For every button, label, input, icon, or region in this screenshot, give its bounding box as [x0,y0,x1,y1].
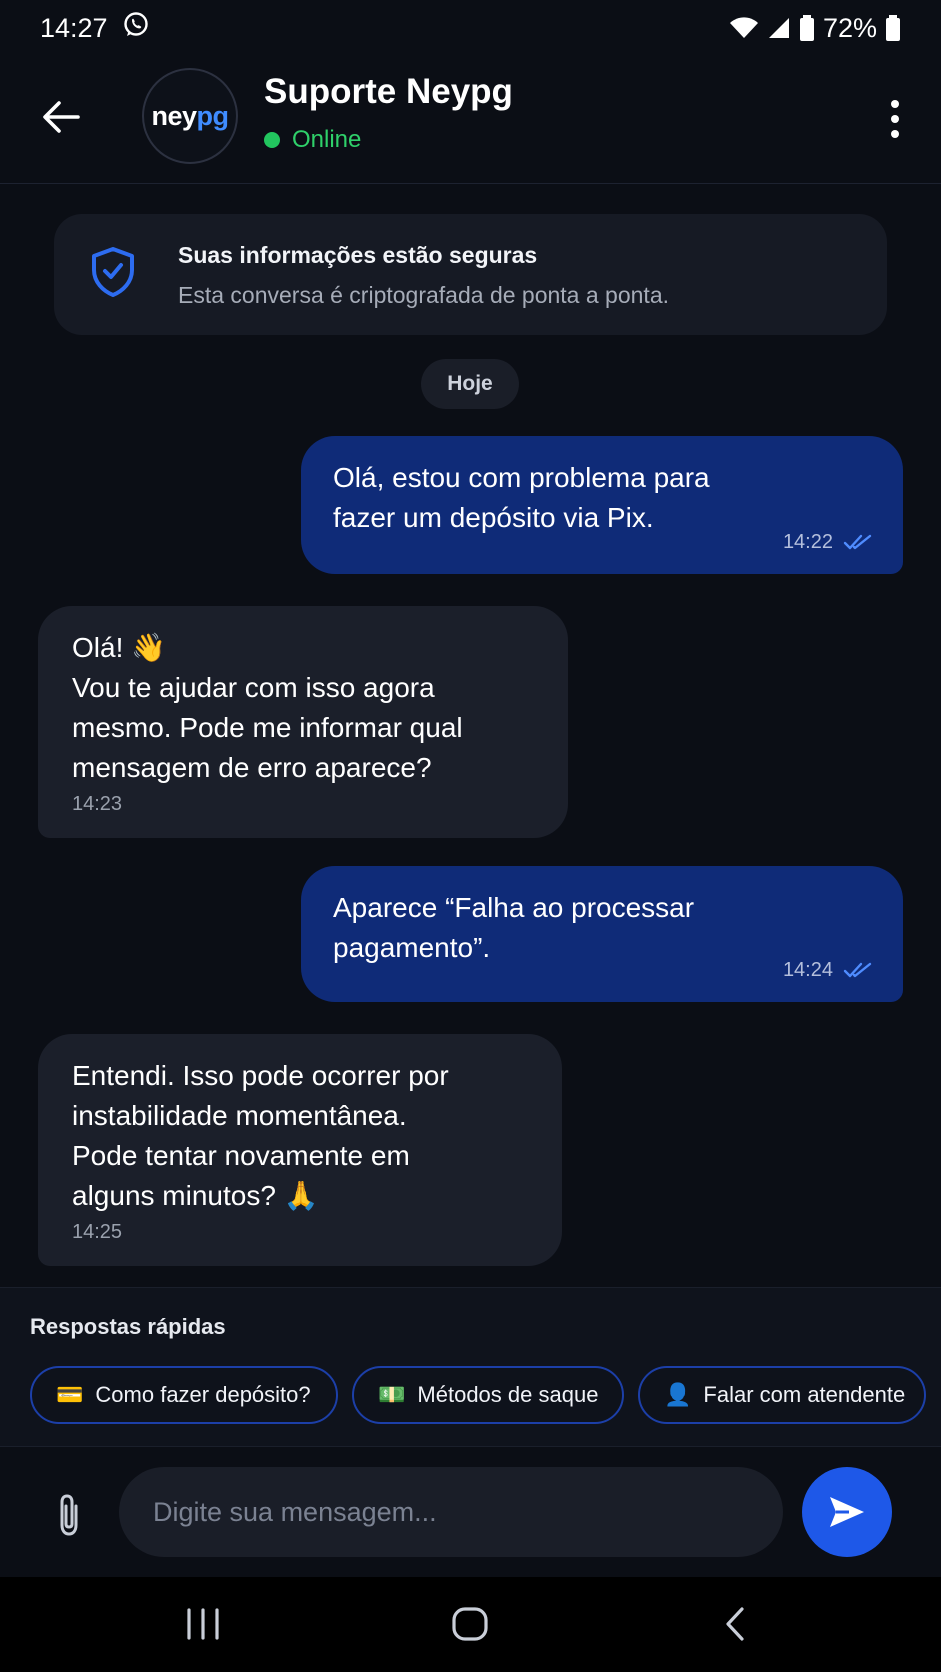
send-button[interactable] [802,1467,892,1557]
message-meta: 14:24 [783,950,873,990]
home-icon [452,1607,488,1641]
quick-reply-withdraw-methods[interactable]: 💵 Métodos de saque [352,1366,624,1424]
back-button[interactable] [36,92,86,142]
status-time: 14:27 [40,12,108,43]
more-options-button[interactable] [875,94,915,144]
quick-replies: Respostas rápidas 💳 Como fazer depósito?… [0,1287,941,1447]
message-meta: 14:22 [783,522,873,562]
avatar-text-pg: pg [196,100,230,131]
chip-label: Falar com atendente [703,1382,906,1407]
dot-icon [891,130,899,138]
chevron-left-icon [726,1607,744,1641]
message-time: 14:22 [782,531,833,553]
battery-icon [885,15,901,41]
quick-reply-deposit[interactable]: 💳 Como fazer depósito? [30,1366,338,1424]
contact-status: Online [264,126,361,154]
avatar[interactable]: ney pg [142,68,238,164]
message-time: 14:23 [72,793,123,815]
system-back-button[interactable] [706,1599,766,1649]
battery-icon [799,15,815,41]
whatsapp-icon [122,11,150,46]
message-input[interactable] [119,1467,783,1557]
dot-icon [891,100,899,108]
security-text: Esta conversa é criptografada de ponta a… [178,282,669,308]
message-incoming[interactable]: Olá! 👋 Vou te ajudar com isso agora mesm… [38,606,568,838]
security-notice: Suas informações estão seguras Esta conv… [54,214,887,335]
message-time: 14:24 [782,959,833,981]
shield-check-icon [90,246,136,303]
message-composer [0,1447,941,1577]
chip-label: Métodos de saque [417,1382,599,1407]
security-title: Suas informações estão seguras [178,242,538,268]
message-outgoing[interactable]: Aparece “Falha ao processar pagamento”. … [301,866,903,1002]
person-icon: 👤 [664,1382,692,1407]
system-nav-bar [0,1577,941,1672]
battery-percent: 72% [822,12,877,43]
attach-button[interactable] [44,1489,94,1541]
status-label: Online [292,126,362,153]
paperclip-icon [60,1494,78,1536]
home-button[interactable] [440,1599,500,1649]
message-text: Olá! 👋 Vou te ajudar com isso agora mesm… [72,632,463,783]
send-icon [830,1497,864,1527]
quick-replies-title: Respostas rápidas [30,1314,226,1339]
message-time: 14:25 [72,1221,123,1243]
contact-name[interactable]: Suporte Neypg [264,72,513,112]
date-separator: Hoje [421,359,519,409]
wifi-icon [729,16,759,40]
arrow-left-icon [43,101,80,133]
recents-button[interactable] [173,1599,233,1649]
chip-label: Como fazer depósito? [95,1382,311,1407]
message-text: Entendi. Isso pode ocorrer por instabili… [72,1060,449,1211]
recents-icon [187,1608,219,1640]
credit-card-icon: 💳 [56,1382,84,1407]
double-check-icon [843,534,872,550]
quick-reply-agent[interactable]: 👤 Falar com atendente [638,1366,926,1424]
money-icon: 💵 [378,1382,406,1407]
chat-header: ney pg Suporte Neypg Online [0,56,941,184]
dot-icon [891,115,899,123]
online-dot-icon [264,132,280,148]
message-incoming[interactable]: Entendi. Isso pode ocorrer por instabili… [38,1034,562,1266]
signal-icon [767,16,791,40]
message-outgoing[interactable]: Olá, estou com problema para fazer um de… [301,436,903,574]
double-check-icon [843,962,872,978]
status-bar: 14:27 72% [0,0,941,56]
avatar-text-ney: ney [151,100,197,131]
